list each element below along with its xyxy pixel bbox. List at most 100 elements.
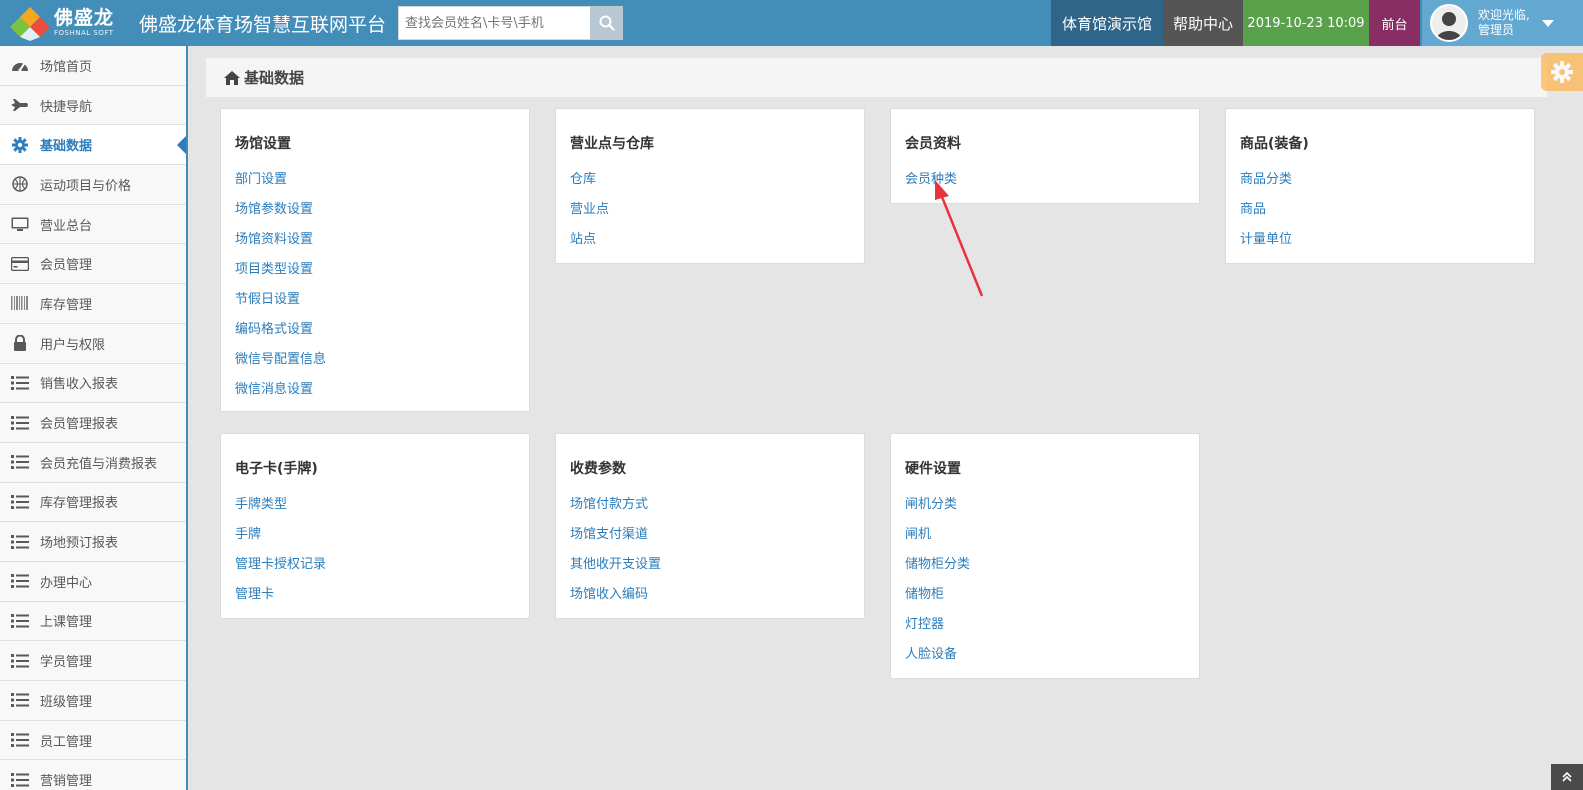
sidebar-item-sales-report[interactable]: 销售收入报表 <box>0 363 186 404</box>
sidebar-item-label: 场馆首页 <box>40 59 93 75</box>
link-warehouse[interactable]: 仓库 <box>570 165 850 195</box>
link-admin-card-authorization[interactable]: 管理卡授权记录 <box>235 550 515 580</box>
card-outlets-warehouse: 营业点与仓库 仓库 营业点 站点 <box>555 108 865 264</box>
double-chevron-up-icon <box>1562 772 1572 782</box>
help-center-button[interactable]: 帮助中心 <box>1163 0 1243 46</box>
link-outlets[interactable]: 营业点 <box>570 195 850 225</box>
sidebar: 场馆首页 快捷导航 基础数据 运动项目与价格 营业总台 会员管理 库存管理 用户… <box>0 46 188 790</box>
sidebar-item-students[interactable]: 学员管理 <box>0 641 186 681</box>
sidebar-item-booking-report[interactable]: 场地预订报表 <box>0 522 186 562</box>
sidebar-item-label: 用户与权限 <box>40 337 106 353</box>
card-hardware-settings: 硬件设置 闸机分类 闸机 储物柜分类 储物柜 灯控器 人脸设备 <box>890 433 1200 679</box>
card-fee-parameters: 收费参数 场馆付款方式 场馆支付渠道 其他收开支设置 场馆收入编码 <box>555 433 865 619</box>
scroll-to-top-button[interactable] <box>1551 764 1583 790</box>
link-venue-parameters[interactable]: 场馆参数设置 <box>235 195 515 225</box>
sidebar-item-label: 库存管理 <box>40 297 93 313</box>
user-avatar-icon <box>1432 6 1466 40</box>
logo[interactable]: 佛盛龙 FOSHNAL SOFT <box>0 0 133 46</box>
logo-cn-text: 佛盛龙 <box>54 7 115 29</box>
link-gate-categories[interactable]: 闸机分类 <box>905 490 1185 520</box>
list-icon <box>0 613 40 628</box>
sidebar-item-label: 运动项目与价格 <box>40 178 132 194</box>
link-wristbands[interactable]: 手牌 <box>235 520 515 550</box>
sidebar-item-recharge-report[interactable]: 会员充值与消费报表 <box>0 442 186 483</box>
user-menu[interactable]: 欢迎光临, 管理员 <box>1420 0 1583 46</box>
sidebar-item-label: 场地预订报表 <box>40 536 119 552</box>
link-units[interactable]: 计量单位 <box>1240 225 1520 255</box>
link-venue-profile[interactable]: 场馆资料设置 <box>235 225 515 255</box>
sidebar-item-label: 班级管理 <box>40 694 93 710</box>
settings-toggle-button[interactable] <box>1541 53 1583 91</box>
link-payment-channels[interactable]: 场馆支付渠道 <box>570 520 850 550</box>
credit-card-icon <box>0 256 40 271</box>
sidebar-item-member-management[interactable]: 会员管理 <box>0 244 186 285</box>
sidebar-item-label: 会员管理 <box>40 258 93 274</box>
list-icon <box>0 375 40 390</box>
link-other-income-expense[interactable]: 其他收开支设置 <box>570 550 850 580</box>
sidebar-item-inventory[interactable]: 库存管理 <box>0 284 186 324</box>
link-admin-cards[interactable]: 管理卡 <box>235 580 515 610</box>
link-wechat-config[interactable]: 微信号配置信息 <box>235 345 515 375</box>
sidebar-item-business-desk[interactable]: 营业总台 <box>0 204 186 245</box>
sidebar-item-basic-data[interactable]: 基础数据 <box>0 125 186 166</box>
breadcrumb: 基础数据 <box>206 58 1547 98</box>
sidebar-item-service-center[interactable]: 办理中心 <box>0 561 186 602</box>
sidebar-item-label: 上课管理 <box>40 615 93 631</box>
sidebar-item-staff[interactable]: 员工管理 <box>0 720 186 761</box>
link-products[interactable]: 商品 <box>1240 195 1520 225</box>
sidebar-item-class-sessions[interactable]: 上课管理 <box>0 601 186 642</box>
member-search-input[interactable] <box>398 6 591 40</box>
sidebar-item-shortcuts[interactable]: 快捷导航 <box>0 85 186 126</box>
sidebar-item-sports-pricing[interactable]: 运动项目与价格 <box>0 165 186 205</box>
link-payment-methods[interactable]: 场馆付款方式 <box>570 490 850 520</box>
link-wechat-messages[interactable]: 微信消息设置 <box>235 375 515 405</box>
search-button[interactable] <box>590 6 624 40</box>
link-wristband-types[interactable]: 手牌类型 <box>235 490 515 520</box>
link-income-codes[interactable]: 场馆收入编码 <box>570 580 850 610</box>
list-icon <box>0 415 40 430</box>
basketball-icon <box>0 176 40 193</box>
member-search <box>398 6 624 40</box>
gear-icon <box>1551 61 1573 83</box>
link-face-devices[interactable]: 人脸设备 <box>905 640 1185 670</box>
link-light-controllers[interactable]: 灯控器 <box>905 610 1185 640</box>
gym-name-button[interactable]: 体育馆演示馆 <box>1051 0 1163 46</box>
link-department-settings[interactable]: 部门设置 <box>235 165 515 195</box>
front-desk-button[interactable]: 前台 <box>1369 0 1420 46</box>
link-lockers[interactable]: 储物柜 <box>905 580 1185 610</box>
link-stations[interactable]: 站点 <box>570 225 850 255</box>
card-title: 商品(装备) <box>1240 136 1309 152</box>
link-locker-categories[interactable]: 储物柜分类 <box>905 550 1185 580</box>
card-title: 会员资料 <box>905 136 961 152</box>
logo-en-text: FOSHNAL SOFT <box>54 29 114 37</box>
link-product-categories[interactable]: 商品分类 <box>1240 165 1520 195</box>
card-venue-settings: 场馆设置 部门设置 场馆参数设置 场馆资料设置 项目类型设置 节假日设置 编码格… <box>220 108 530 412</box>
link-code-formats[interactable]: 编码格式设置 <box>235 315 515 345</box>
card-title: 场馆设置 <box>235 136 291 152</box>
barcode-icon <box>0 296 40 311</box>
sidebar-item-label: 快捷导航 <box>40 99 93 115</box>
sidebar-item-member-report[interactable]: 会员管理报表 <box>0 403 186 443</box>
dashboard-icon <box>0 58 40 72</box>
lock-icon <box>0 335 40 352</box>
card-title: 硬件设置 <box>905 461 961 477</box>
sidebar-item-inventory-report[interactable]: 库存管理报表 <box>0 482 186 523</box>
sidebar-item-label: 会员充值与消费报表 <box>40 456 158 472</box>
home-icon[interactable] <box>224 70 240 85</box>
sidebar-item-home[interactable]: 场馆首页 <box>0 46 186 86</box>
sidebar-item-users-permissions[interactable]: 用户与权限 <box>0 323 186 364</box>
link-project-types[interactable]: 项目类型设置 <box>235 255 515 285</box>
sidebar-item-marketing[interactable]: 营销管理 <box>0 760 186 790</box>
list-icon <box>0 653 40 668</box>
user-role: 管理员 <box>1478 23 1515 37</box>
gear-icon <box>0 136 40 153</box>
avatar <box>1430 4 1468 42</box>
list-icon <box>0 733 40 748</box>
sidebar-item-classes[interactable]: 班级管理 <box>0 681 186 721</box>
sidebar-item-label: 销售收入报表 <box>40 377 119 393</box>
link-holidays[interactable]: 节假日设置 <box>235 285 515 315</box>
link-gates[interactable]: 闸机 <box>905 520 1185 550</box>
list-icon <box>0 534 40 549</box>
card-products: 商品(装备) 商品分类 商品 计量单位 <box>1225 108 1535 264</box>
card-title: 营业点与仓库 <box>570 136 654 152</box>
